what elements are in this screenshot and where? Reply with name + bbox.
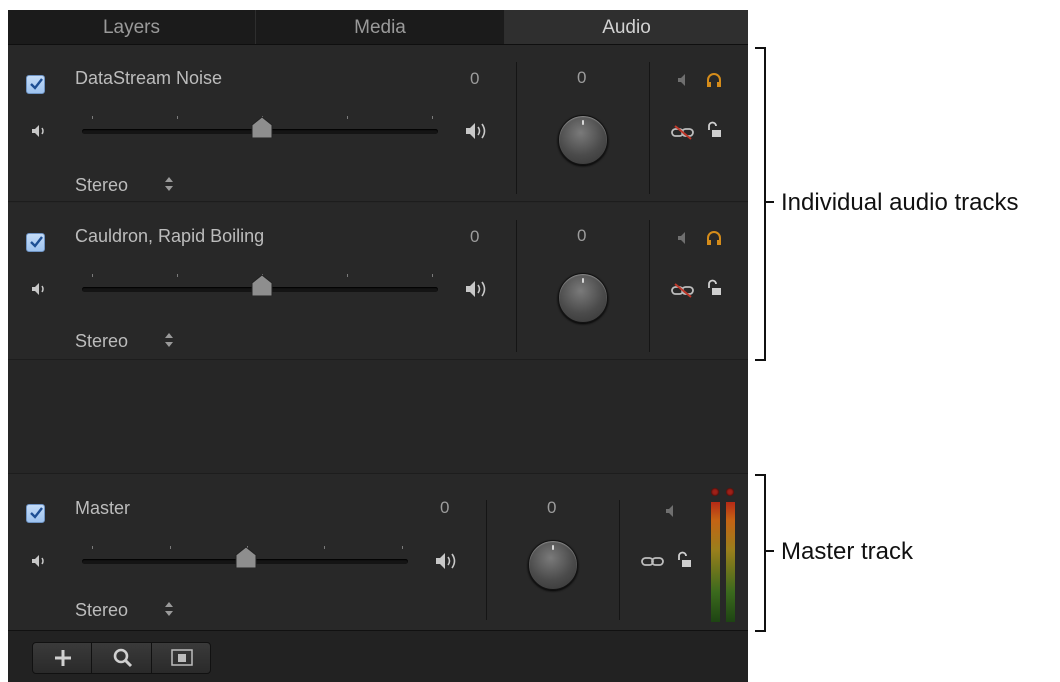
slider-thumb[interactable] bbox=[235, 546, 257, 568]
thumbnail-icon bbox=[171, 649, 193, 666]
checkmark-icon bbox=[30, 236, 43, 248]
individual-tracks-label: Individual audio tracks bbox=[781, 189, 1019, 216]
lock-open-icon[interactable] bbox=[706, 279, 722, 297]
master-pan-value: 0 bbox=[547, 498, 557, 517]
tab-media[interactable]: Media bbox=[256, 10, 505, 44]
mute-icon[interactable] bbox=[676, 73, 690, 87]
output-select[interactable]: Stereo bbox=[75, 331, 128, 352]
pan-knob[interactable] bbox=[558, 273, 608, 323]
search-button[interactable] bbox=[91, 642, 152, 674]
track-level-value: 0 bbox=[470, 69, 480, 88]
volume-low-icon bbox=[32, 555, 44, 567]
track-name: DataStream Noise bbox=[75, 68, 223, 88]
level-meter-left bbox=[711, 502, 720, 622]
mute-icon[interactable] bbox=[676, 231, 690, 245]
checkmark-icon bbox=[30, 507, 43, 519]
audio-track: Cauldron, Rapid Boiling 0 Stereo 0 bbox=[8, 203, 748, 360]
link-icon[interactable] bbox=[640, 555, 666, 569]
updown-arrows-icon[interactable] bbox=[164, 176, 174, 192]
master-level-value: 0 bbox=[440, 498, 450, 517]
individual-tracks-bracket bbox=[755, 47, 766, 361]
lock-open-icon[interactable] bbox=[706, 121, 722, 139]
solo-headphones-icon[interactable] bbox=[706, 230, 722, 246]
empty-track-area bbox=[8, 360, 748, 474]
master-track-label: Master track bbox=[781, 538, 914, 565]
master-volume-slider[interactable] bbox=[82, 546, 408, 568]
master-pan-knob[interactable] bbox=[528, 540, 578, 590]
track-level-value: 0 bbox=[470, 227, 480, 246]
solo-headphones-icon[interactable] bbox=[706, 72, 722, 88]
clip-indicator-left[interactable] bbox=[711, 488, 719, 496]
pan-value: 0 bbox=[577, 226, 587, 245]
audio-panel: Layers Media Audio DataStream Noise 0 St… bbox=[8, 10, 748, 682]
plus-icon bbox=[55, 650, 71, 666]
volume-slider[interactable] bbox=[82, 274, 438, 296]
audio-track: DataStream Noise 0 Stereo 0 bbox=[8, 45, 748, 202]
updown-arrows-icon[interactable] bbox=[164, 332, 174, 348]
track-name: Cauldron, Rapid Boiling bbox=[75, 226, 265, 246]
search-icon bbox=[113, 648, 133, 668]
tab-bar: Layers Media Audio bbox=[8, 10, 748, 45]
unlink-icon[interactable] bbox=[670, 124, 696, 140]
updown-arrows-icon[interactable] bbox=[164, 601, 174, 617]
volume-low-icon bbox=[32, 283, 44, 295]
volume-high-icon bbox=[436, 553, 456, 569]
tab-layers[interactable]: Layers bbox=[8, 10, 256, 44]
master-track: Master 0 Stereo 0 bbox=[8, 474, 748, 630]
track-enable-checkbox[interactable] bbox=[26, 75, 45, 94]
master-name: Master bbox=[75, 498, 131, 518]
lock-open-icon[interactable] bbox=[676, 551, 692, 569]
volume-high-icon bbox=[466, 123, 486, 139]
master-enable-checkbox[interactable] bbox=[26, 504, 45, 523]
add-button[interactable] bbox=[32, 642, 92, 674]
volume-high-icon bbox=[466, 281, 486, 297]
master-output-select[interactable]: Stereo bbox=[75, 600, 128, 621]
clip-indicator-right[interactable] bbox=[726, 488, 734, 496]
mute-icon[interactable] bbox=[664, 504, 678, 518]
tab-audio[interactable]: Audio bbox=[505, 10, 748, 44]
pan-knob[interactable] bbox=[558, 115, 608, 165]
output-select[interactable]: Stereo bbox=[75, 175, 128, 196]
pan-value: 0 bbox=[577, 68, 587, 87]
track-enable-checkbox[interactable] bbox=[26, 233, 45, 252]
unlink-icon[interactable] bbox=[670, 282, 696, 298]
level-meter-right bbox=[726, 502, 735, 622]
volume-slider[interactable] bbox=[82, 116, 438, 138]
volume-low-icon bbox=[32, 125, 44, 137]
bottom-toolbar bbox=[8, 630, 748, 682]
slider-thumb[interactable] bbox=[251, 274, 273, 296]
thumbnail-button[interactable] bbox=[151, 642, 211, 674]
slider-thumb[interactable] bbox=[251, 116, 273, 138]
checkmark-icon bbox=[30, 78, 43, 90]
master-track-bracket bbox=[755, 474, 766, 632]
